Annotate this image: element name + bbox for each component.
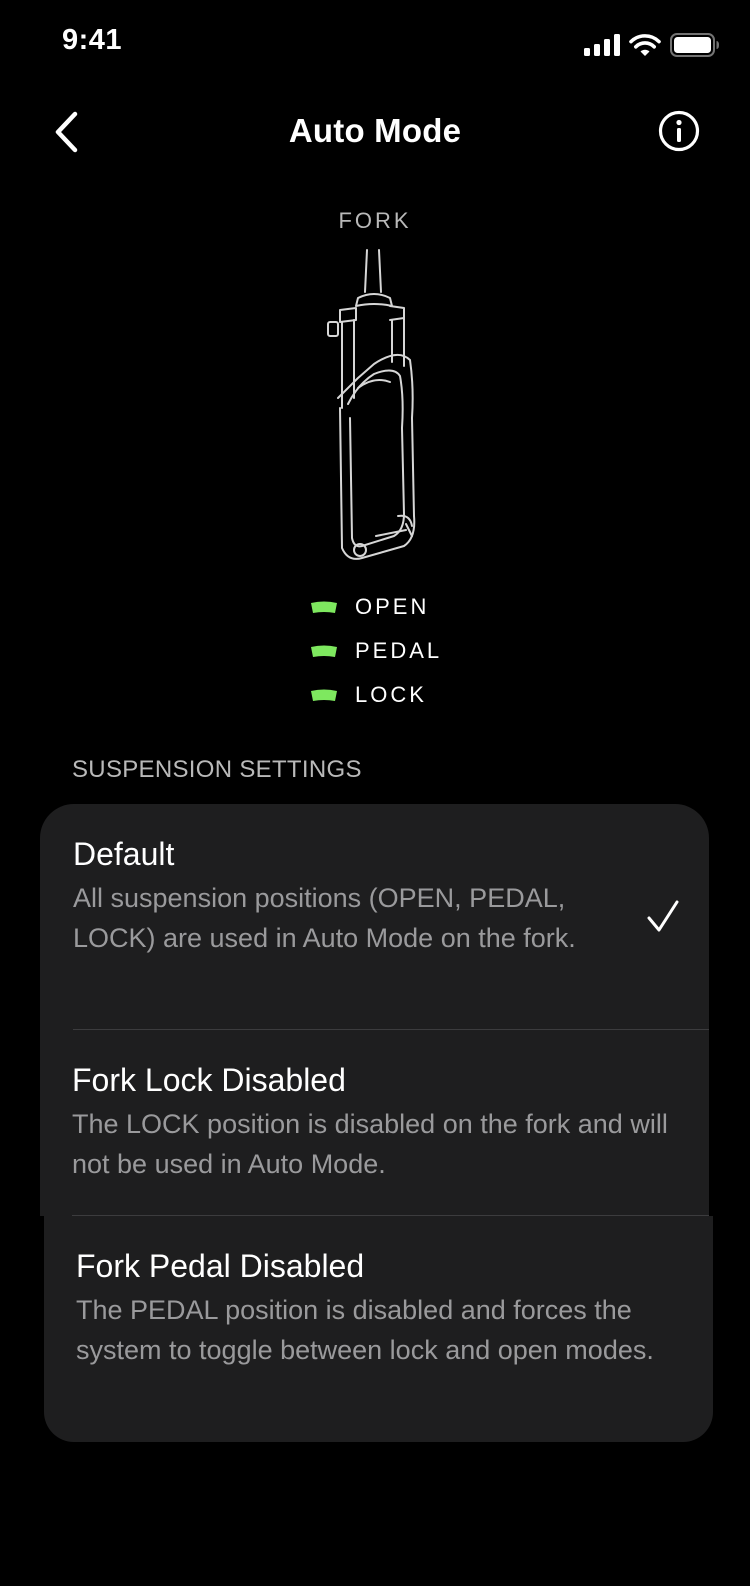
section-header: SUSPENSION SETTINGS [72,756,362,783]
option-title: Fork Lock Disabled [72,1062,346,1098]
fork-label: FORK [338,208,412,233]
page-title: Auto Mode [288,112,462,149]
legend-item-lock: LOCK [310,673,442,717]
wifi-icon [629,34,661,56]
info-circle-icon [658,110,700,152]
fork-illustration [327,249,416,560]
green-indicator-icon [311,601,337,613]
legend-item-open: OPEN [310,585,442,629]
option-default[interactable]: Default All suspension positions (OPEN, … [73,834,613,958]
legend-label: OPEN [355,594,430,619]
option-description: The LOCK position is disabled on the for… [72,1109,668,1179]
cellular-signal-icon [584,34,620,56]
legend-label: PEDAL [355,638,443,663]
option-title: Fork Pedal Disabled [76,1248,365,1284]
legend-item-pedal: PEDAL [310,629,442,673]
option-description: All suspension positions (OPEN, PEDAL, L… [73,883,576,953]
legend-label: LOCK [355,682,427,707]
option-fork-pedal-disabled[interactable]: Fork Pedal Disabled The PEDAL position i… [76,1246,686,1370]
mode-legend: OPEN PEDAL LOCK [310,585,442,717]
checkmark-icon [647,900,679,932]
battery-icon [670,33,719,57]
green-indicator-icon [311,689,337,701]
option-title: Default [73,836,175,872]
green-indicator-icon [311,645,337,657]
info-button[interactable] [658,110,706,158]
status-time: 9:41 [62,24,123,56]
divider [73,1029,709,1030]
divider [72,1215,709,1216]
option-fork-lock-disabled[interactable]: Fork Lock Disabled The LOCK position is … [72,1060,672,1184]
option-description: The PEDAL position is disabled and force… [76,1295,654,1365]
status-icons [584,33,720,57]
